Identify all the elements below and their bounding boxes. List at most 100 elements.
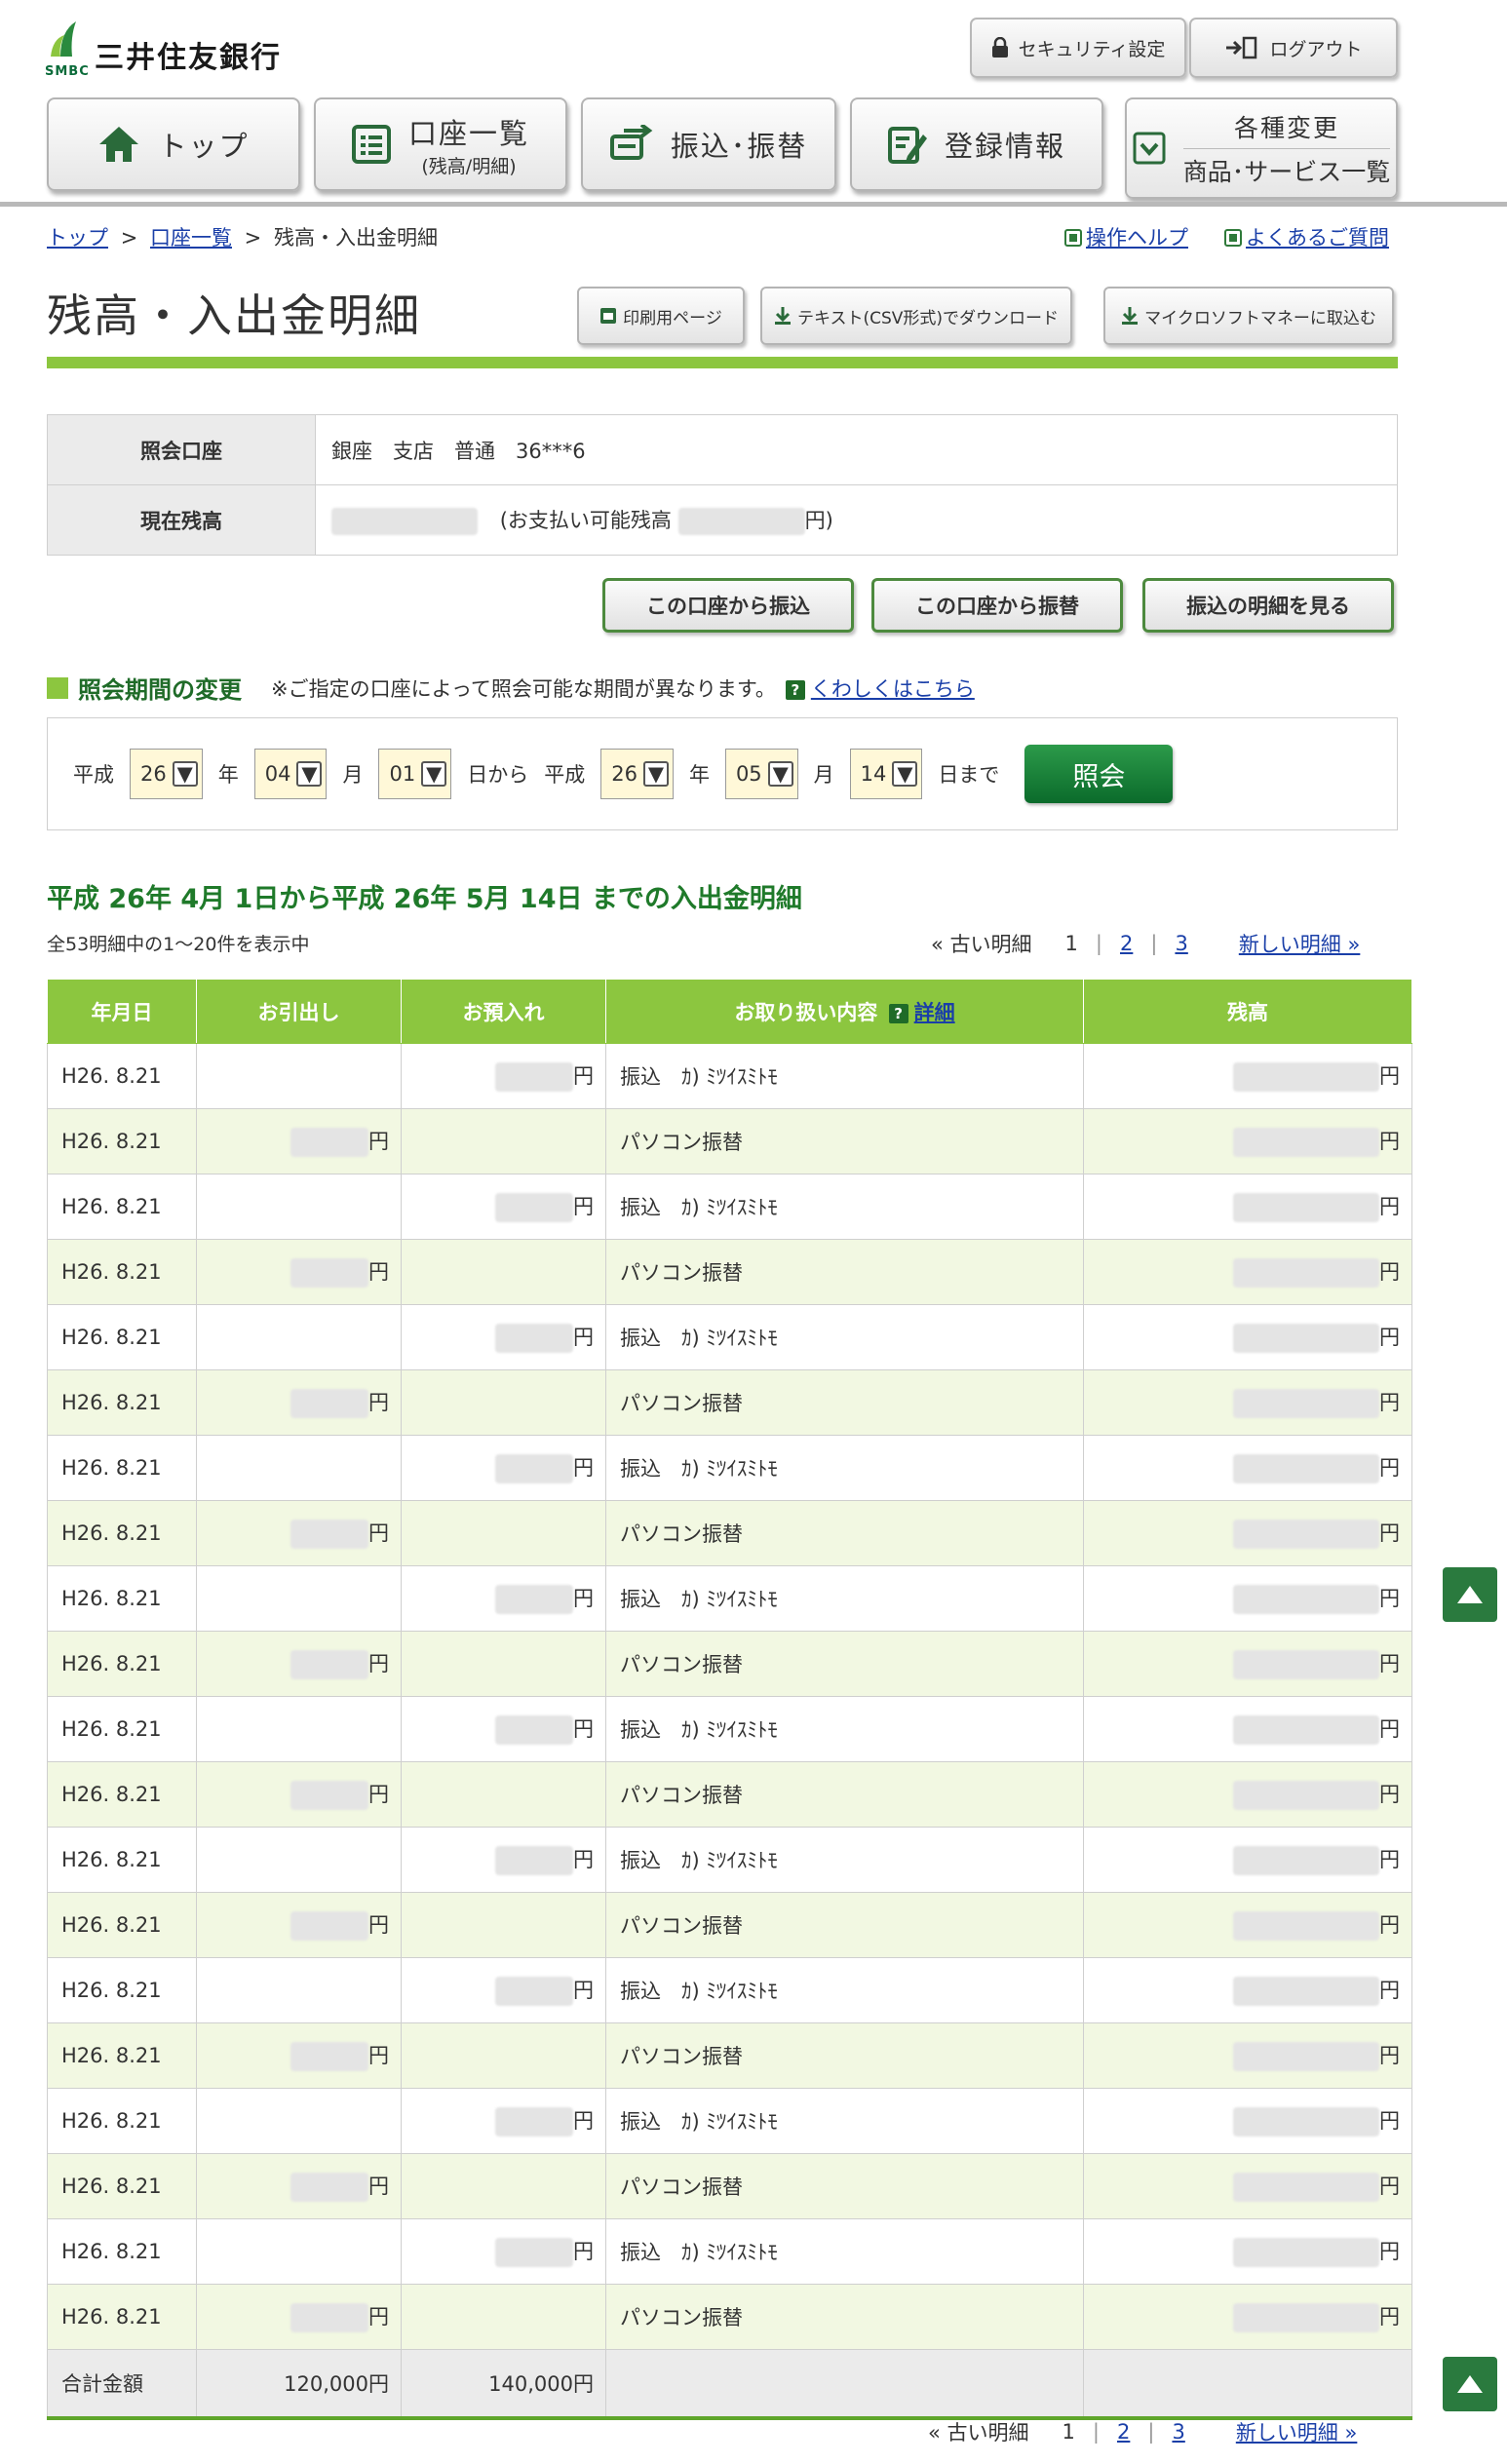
chevron-down-icon: ▼ bbox=[172, 761, 198, 787]
row-withdraw bbox=[196, 2218, 402, 2285]
page-3-link[interactable]: 3 bbox=[1175, 932, 1187, 955]
yen-unit: 円 bbox=[573, 1848, 594, 1871]
yen-unit: 円 bbox=[1379, 1195, 1400, 1218]
table-row: H26. 8.21 円 パソコン振替 円 bbox=[47, 1239, 1412, 1305]
transfer-history-button[interactable]: 振込の明細を見る bbox=[1142, 578, 1394, 633]
yen-unit: 円 bbox=[368, 2044, 389, 2067]
masked-amount bbox=[495, 2107, 573, 2137]
yen-unit: 円 bbox=[368, 1913, 389, 1937]
nav-changes[interactable]: 各種変更 商品･サービス一覧 bbox=[1125, 97, 1398, 199]
table-row: H26. 8.21 円 パソコン振替 円 bbox=[47, 1500, 1412, 1566]
logout-icon bbox=[1226, 36, 1257, 59]
page-title: 残高・入出金明細 bbox=[47, 289, 421, 342]
row-deposit bbox=[401, 2022, 606, 2089]
row-description: パソコン振替 bbox=[605, 1631, 1084, 1697]
to-era: 平成 bbox=[544, 763, 586, 787]
faq-link[interactable]: よくあるご質問 bbox=[1246, 226, 1389, 250]
csv-download-button[interactable]: テキスト(CSV形式)でダウンロード bbox=[760, 287, 1072, 345]
masked-amount bbox=[290, 1389, 368, 1418]
masked-amount bbox=[1233, 1389, 1379, 1418]
to-day-select[interactable]: 14 ▼ bbox=[849, 749, 923, 799]
nav-registration-label: 登録情報 bbox=[944, 130, 1065, 163]
inquiry-submit-button[interactable]: 照会 bbox=[1024, 745, 1174, 803]
breadcrumb-top-link[interactable]: トップ bbox=[47, 226, 108, 250]
row-description: パソコン振替 bbox=[605, 1761, 1084, 1828]
nav-accounts[interactable]: 口座一覧 (残高/明細) bbox=[314, 97, 567, 191]
scroll-top-button[interactable] bbox=[1443, 1567, 1497, 1622]
row-balance: 円 bbox=[1083, 1631, 1412, 1697]
from-day-unit: 日から bbox=[467, 763, 529, 787]
from-year-select[interactable]: 26 ▼ bbox=[130, 749, 203, 799]
page-2-link[interactable]: 2 bbox=[1120, 932, 1133, 955]
account-label: 照会口座 bbox=[47, 414, 316, 485]
operation-help-link[interactable]: 操作ヘルプ bbox=[1086, 226, 1188, 250]
masked-amount bbox=[1233, 2173, 1379, 2202]
row-date: H26. 8.21 bbox=[47, 1435, 197, 1501]
furikae-from-account-button[interactable]: この口座から振替 bbox=[871, 578, 1123, 633]
logout-button[interactable]: ログアウト bbox=[1189, 18, 1398, 78]
nav-transfer[interactable]: 振込･振替 bbox=[581, 97, 836, 191]
print-page-button[interactable]: 印刷用ページ bbox=[577, 287, 745, 345]
yen-unit: 円 bbox=[1379, 1521, 1400, 1545]
dropdown-icon bbox=[1133, 132, 1166, 165]
period-help-link[interactable]: くわしくはこちら bbox=[811, 677, 975, 701]
row-date: H26. 8.21 bbox=[47, 1696, 197, 1762]
total-row: 合計金額 120,000円 140,000円 bbox=[47, 2349, 1412, 2420]
masked-amount bbox=[290, 1520, 368, 1549]
masked-amount bbox=[1233, 2303, 1379, 2332]
msmoney-import-button[interactable]: マイクロソフトマネーに取込む bbox=[1103, 287, 1394, 345]
to-month-select[interactable]: 05 ▼ bbox=[724, 749, 798, 799]
row-deposit bbox=[401, 1108, 606, 1174]
yen-unit: 円 bbox=[1379, 1652, 1400, 1675]
row-deposit bbox=[401, 2284, 606, 2350]
row-description: パソコン振替 bbox=[605, 1369, 1084, 1436]
yen-unit: 円 bbox=[1379, 2109, 1400, 2133]
scroll-top-button[interactable] bbox=[1443, 2357, 1497, 2411]
from-day-select[interactable]: 01 ▼ bbox=[378, 749, 452, 799]
nav-top-label: トップ bbox=[158, 130, 250, 163]
row-description: 振込 ｶ) ﾐﾂｲｽﾐﾄﾓ bbox=[605, 1043, 1084, 1109]
to-year-select[interactable]: 26 ▼ bbox=[600, 749, 674, 799]
row-date: H26. 8.21 bbox=[47, 1761, 197, 1828]
row-deposit: 円 bbox=[401, 1565, 606, 1632]
page-2-link[interactable]: 2 bbox=[1117, 2420, 1130, 2444]
total-empty bbox=[605, 2349, 1084, 2420]
help-icon: ? bbox=[888, 1003, 908, 1023]
row-balance: 円 bbox=[1083, 1108, 1412, 1174]
row-description: パソコン振替 bbox=[605, 2153, 1084, 2219]
from-day-value: 01 bbox=[389, 762, 416, 786]
masked-amount bbox=[290, 1128, 368, 1157]
masked-amount bbox=[1233, 1193, 1379, 1222]
from-month-select[interactable]: 04 ▼ bbox=[253, 749, 328, 799]
masked-amount bbox=[1233, 1062, 1379, 1092]
row-withdraw: 円 bbox=[196, 1500, 402, 1566]
masked-amount bbox=[495, 1977, 573, 2006]
detail-help-link[interactable]: 詳細 bbox=[914, 1001, 955, 1024]
breadcrumb-accounts-link[interactable]: 口座一覧 bbox=[150, 226, 232, 250]
period-form: 平成 26 ▼ 年 04 ▼ 月 01 ▼ 日から 平成 26 ▼ 年 05 ▼ 月 14… bbox=[47, 717, 1398, 830]
row-deposit: 円 bbox=[401, 1304, 606, 1370]
row-date: H26. 8.21 bbox=[47, 1043, 197, 1109]
statement-count: 全53明細中の1～20件を表示中 bbox=[47, 934, 310, 955]
row-deposit bbox=[401, 1500, 606, 1566]
row-deposit: 円 bbox=[401, 1827, 606, 1893]
newer-link[interactable]: 新しい明細 » bbox=[1239, 929, 1361, 958]
nav-top[interactable]: トップ bbox=[47, 97, 300, 191]
row-date: H26. 8.21 bbox=[47, 2218, 197, 2285]
transfer-from-account-button[interactable]: この口座から振込 bbox=[602, 578, 854, 633]
newer-link[interactable]: 新しい明細 » bbox=[1236, 2417, 1358, 2446]
col-date: 年月日 bbox=[47, 979, 197, 1044]
row-description: 振込 ｶ) ﾐﾂｲｽﾐﾄﾓ bbox=[605, 1696, 1084, 1762]
table-row: H26. 8.21 円振込 ｶ) ﾐﾂｲｽﾐﾄﾓ円 bbox=[47, 1174, 1412, 1240]
nav-registration[interactable]: 登録情報 bbox=[850, 97, 1103, 191]
row-description: 振込 ｶ) ﾐﾂｲｽﾐﾄﾓ bbox=[605, 1435, 1084, 1501]
total-empty bbox=[1083, 2349, 1412, 2420]
period-title: 照会期間の変更 bbox=[78, 676, 242, 704]
available-prefix: (お支払い可能残高 bbox=[499, 509, 672, 532]
masked-amount bbox=[1233, 2042, 1379, 2071]
masked-amount bbox=[1233, 1128, 1379, 1157]
yen-unit: 円 bbox=[368, 1391, 389, 1414]
yen-unit: 円 bbox=[1379, 2175, 1400, 2198]
page-3-link[interactable]: 3 bbox=[1172, 2420, 1184, 2444]
security-settings-button[interactable]: セキュリティ設定 bbox=[970, 18, 1186, 78]
